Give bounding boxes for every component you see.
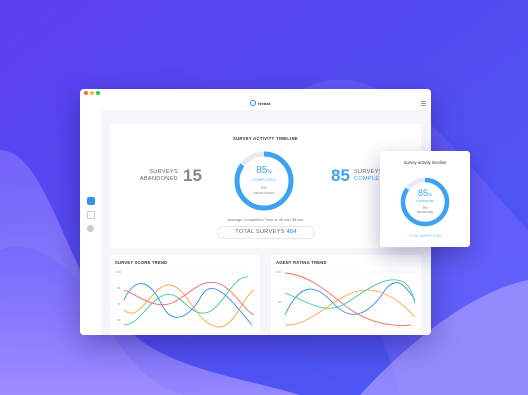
trend-line-blue bbox=[284, 282, 416, 316]
sidebar bbox=[80, 110, 102, 335]
survey-activity-popup: Survey activity timeline 85% COMPLETED 5… bbox=[380, 151, 470, 247]
dashboard-icon[interactable] bbox=[87, 197, 95, 205]
y-tick-label: 60 bbox=[117, 318, 121, 322]
total-surveys-word: SURVEYS bbox=[255, 229, 285, 235]
survey-score-trend-card: SURVEY SCORE TREND 100 80 70 60 bbox=[110, 255, 260, 335]
total-surveys-value: 454 bbox=[286, 229, 297, 235]
donut-center: 85% COMPLETED 5% ABANDONED bbox=[232, 149, 296, 213]
y-tick-label: 100 bbox=[276, 270, 281, 274]
popup-donut-center: 85% COMPLETED 5% ABANDONED bbox=[399, 176, 451, 228]
donut-completed-label: COMPLETED bbox=[252, 178, 276, 182]
popup-title: Survey activity timeline bbox=[403, 160, 447, 165]
total-surveys-pill[interactable]: TOTAL SURVEYS 454 bbox=[217, 226, 315, 239]
popup-total-surveys: TOTAL SURVEYS 454 bbox=[408, 234, 442, 238]
trend-line-red bbox=[284, 272, 412, 326]
average-completion-time: Average Completion Time is 36 min 45 sec bbox=[227, 217, 304, 222]
circle-icon[interactable] bbox=[87, 225, 94, 232]
agent-rating-trend-chart: 100 50 bbox=[276, 270, 416, 326]
trend-line-orange bbox=[123, 284, 255, 328]
abandoned-label: SURVEYS ABANDONED bbox=[130, 169, 178, 183]
y-tick-label: 80 bbox=[117, 286, 121, 290]
abandoned-count: 15 bbox=[183, 166, 202, 185]
app-window: feebak SURVEY ACTIVITY TIMELINE SURVEYS … bbox=[80, 89, 431, 335]
y-tick-label: 70 bbox=[117, 302, 121, 306]
popup-donut-abandoned-label: ABANDONED bbox=[416, 211, 434, 214]
abandoned-label-line2: ABANDONED bbox=[139, 176, 178, 182]
completed-count: 85 bbox=[331, 166, 350, 185]
popup-donut-percent: 85% bbox=[417, 188, 433, 198]
total-label: TOTAL bbox=[235, 229, 255, 235]
trend-line-orange bbox=[284, 289, 416, 326]
survey-activity-timeline-card: SURVEY ACTIVITY TIMELINE SURVEYS ABANDON… bbox=[110, 124, 421, 248]
card-title: SURVEY ACTIVITY TIMELINE bbox=[233, 136, 298, 141]
brand-logo-icon bbox=[250, 100, 256, 106]
abandoned-label-line1: SURVEYS bbox=[149, 169, 178, 175]
survey-score-trend-chart: 100 80 70 60 bbox=[116, 270, 255, 328]
close-window-button[interactable] bbox=[84, 91, 88, 95]
calendar-icon[interactable] bbox=[87, 211, 95, 219]
popup-donut-abandoned-value: 5% bbox=[422, 206, 428, 210]
donut-abandoned-label: ABANDONED bbox=[253, 191, 275, 195]
brand-name: feebak bbox=[258, 100, 271, 106]
trend-line-red bbox=[123, 281, 255, 316]
donut-abandoned-value: 5% bbox=[261, 186, 267, 190]
brand-logo[interactable]: feebak bbox=[250, 100, 271, 106]
popup-donut-completed-label: COMPLETED bbox=[416, 199, 434, 203]
maximize-window-button[interactable] bbox=[96, 91, 100, 95]
y-tick-label: 50 bbox=[278, 300, 282, 304]
minimize-window-button[interactable] bbox=[90, 91, 94, 95]
y-tick-label: 100 bbox=[116, 270, 121, 274]
agent-rating-trend-card: AGENT RATING TREND 100 50 bbox=[271, 255, 421, 335]
menu-icon[interactable] bbox=[421, 101, 426, 106]
donut-percent: 85% bbox=[256, 165, 272, 176]
